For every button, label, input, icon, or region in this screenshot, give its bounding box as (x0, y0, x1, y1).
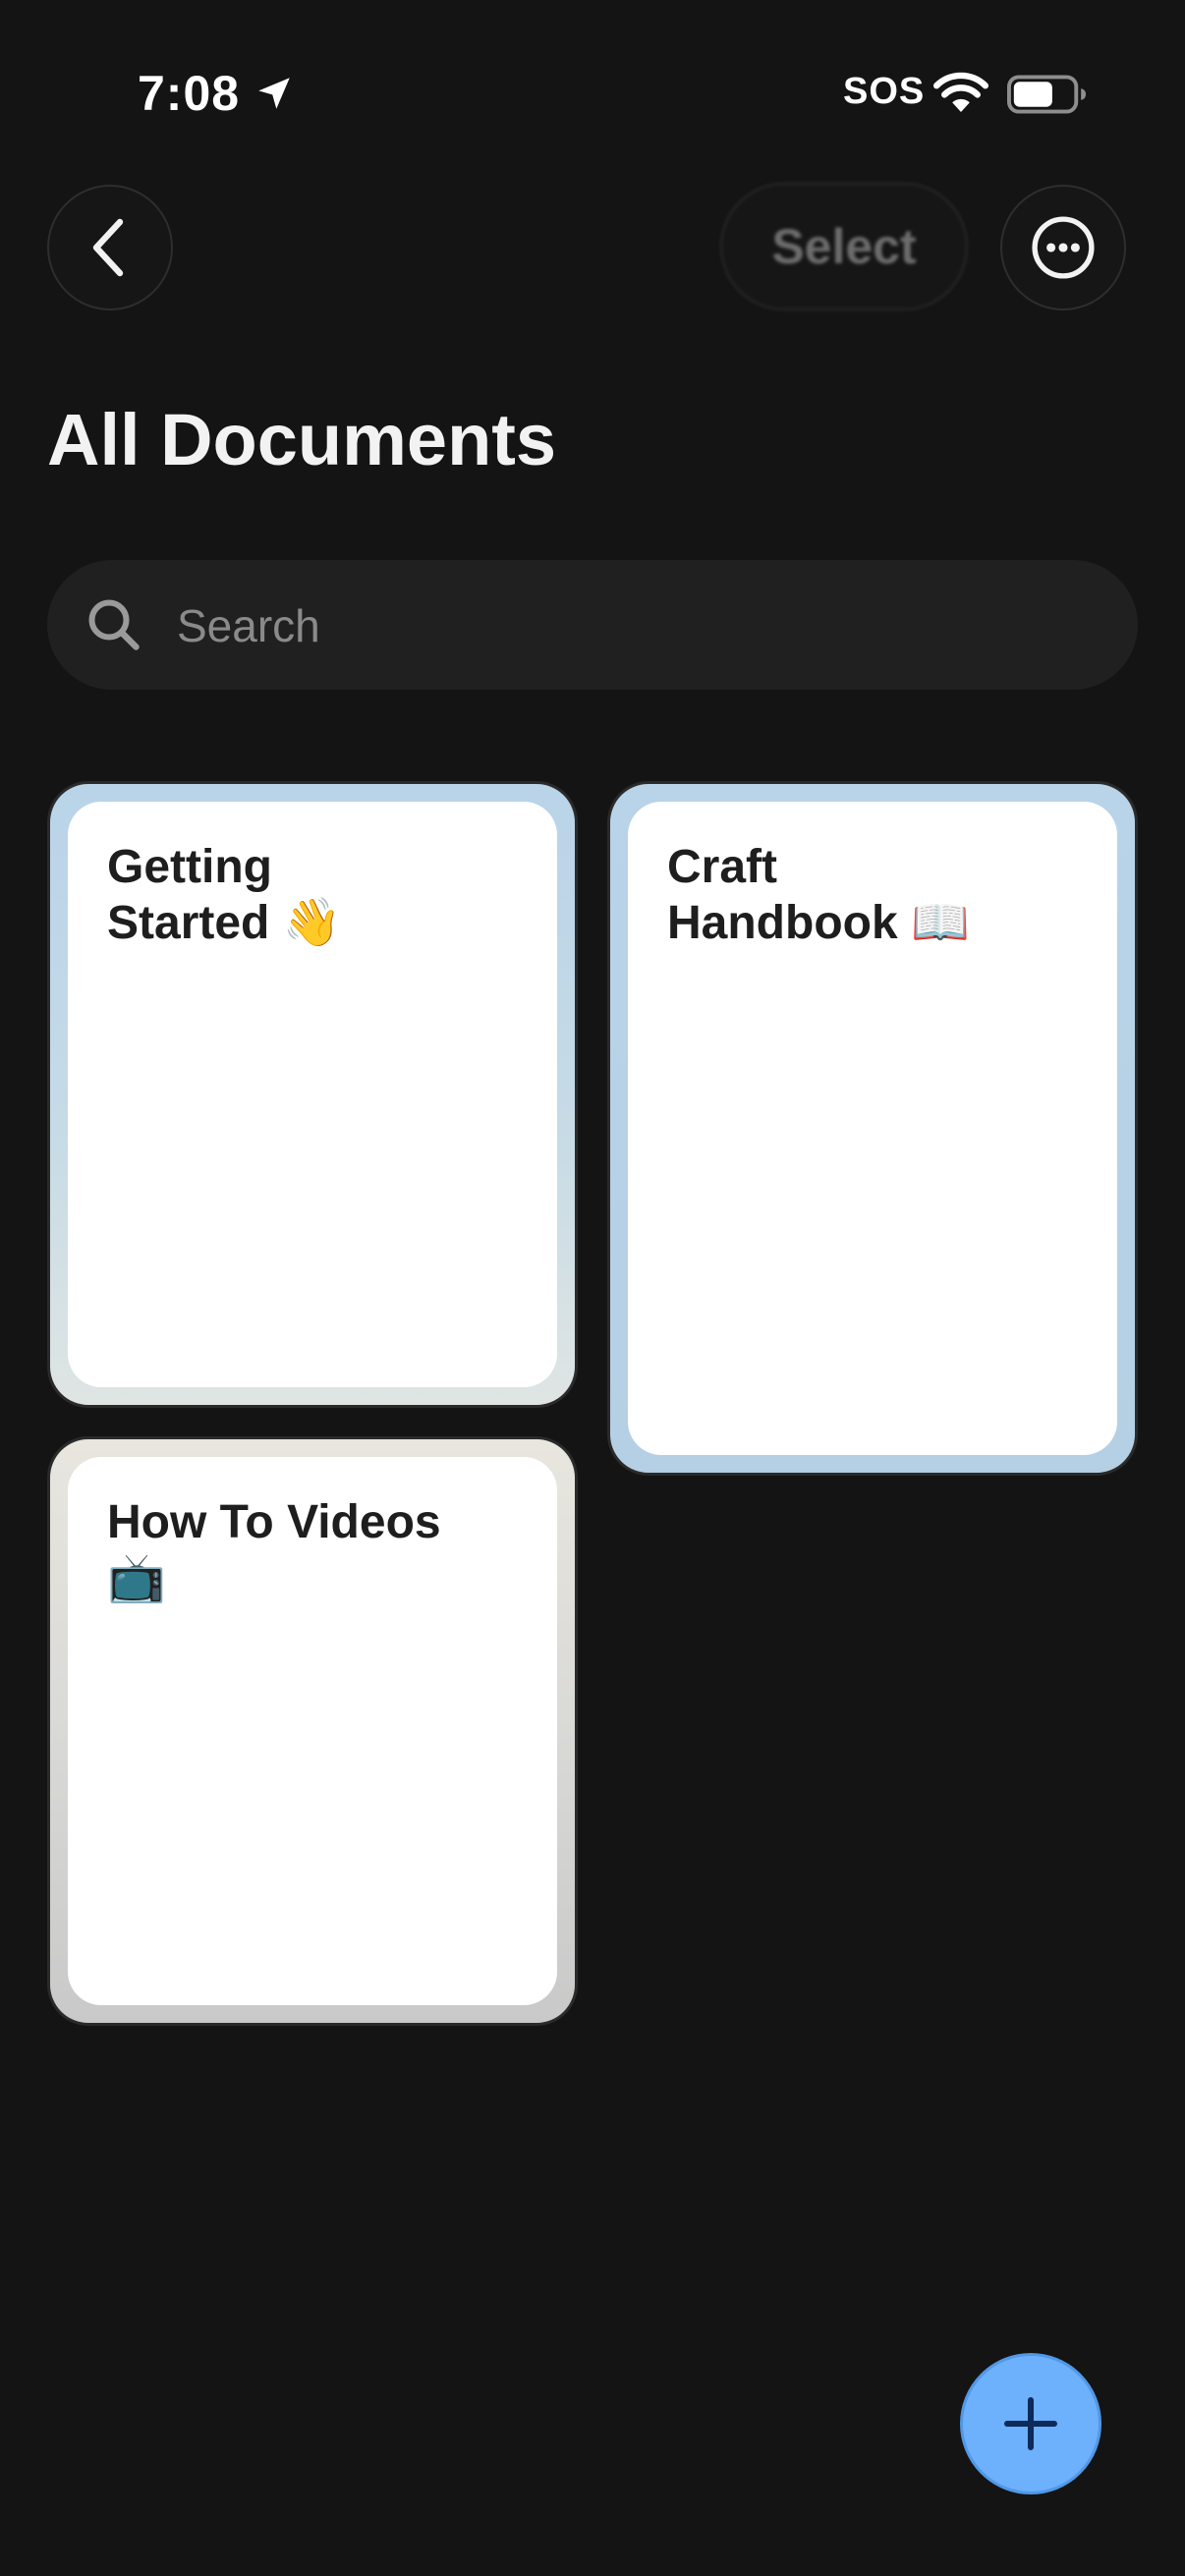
document-title: Craft Handbook 📖 (667, 841, 970, 949)
page-title: All Documents (47, 399, 557, 480)
document-card-getting-started[interactable]: Getting Started 👋 (47, 781, 578, 1408)
search-bar[interactable] (47, 560, 1138, 692)
sos-indicator: SOS (843, 71, 926, 112)
document-preview: Craft Handbook 📖 (628, 802, 1117, 1455)
more-options-button[interactable] (1000, 185, 1126, 310)
select-button[interactable]: Select (720, 183, 968, 310)
wifi-icon (933, 72, 988, 112)
battery-icon (1007, 75, 1087, 114)
location-arrow-icon (258, 78, 290, 109)
back-button[interactable] (47, 185, 173, 310)
document-preview: Getting Started 👋 (68, 802, 557, 1387)
status-bar: 7:08 SOS (0, 0, 1185, 196)
status-time: 7:08 (138, 66, 241, 121)
document-card-craft-handbook[interactable]: Craft Handbook 📖 (607, 781, 1138, 1476)
document-title: Getting Started 👋 (107, 841, 342, 949)
search-icon (88, 599, 140, 650)
search-input[interactable] (175, 560, 1102, 692)
chevron-left-icon (92, 218, 124, 277)
plus-icon (1004, 2397, 1057, 2450)
document-card-how-to-videos[interactable]: How To Videos 📺 (47, 1436, 578, 2026)
document-preview: How To Videos 📺 (68, 1457, 557, 2005)
ellipsis-circle-icon (1032, 216, 1095, 279)
document-title: How To Videos 📺 (107, 1496, 441, 1604)
add-document-button[interactable] (960, 2353, 1101, 2494)
